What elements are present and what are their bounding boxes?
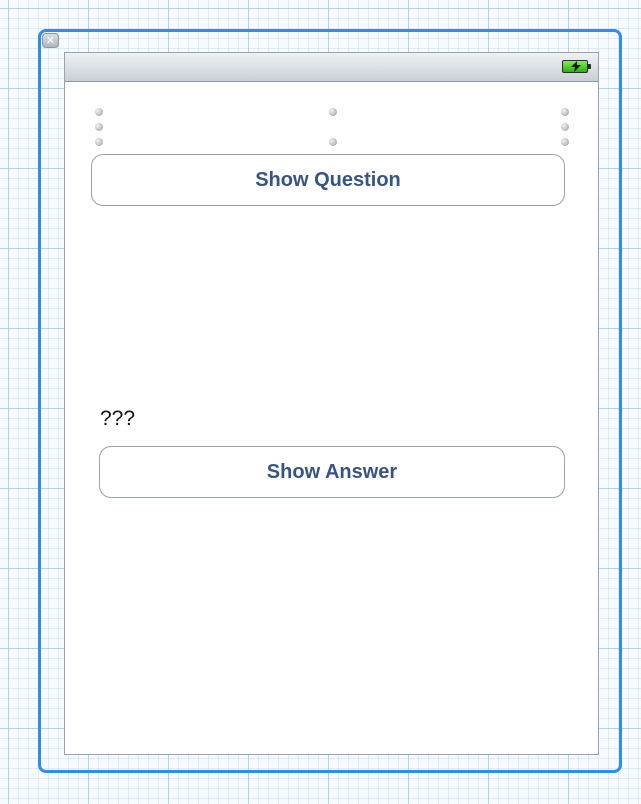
layout-guide-dot	[561, 108, 569, 116]
show-question-button[interactable]: Show Question	[91, 154, 565, 206]
layout-guide-dot	[561, 123, 569, 131]
iphone-view: Show Question ??? Show Answer	[64, 52, 599, 755]
show-answer-button[interactable]: Show Answer	[99, 446, 565, 498]
answer-label: ???	[100, 407, 136, 430]
status-bar	[65, 53, 598, 82]
layout-guide-dot	[329, 138, 337, 146]
battery-charging-icon	[562, 60, 592, 73]
layout-guide-dot	[561, 138, 569, 146]
layout-guide-dot	[95, 138, 103, 146]
layout-guide-dot	[95, 123, 103, 131]
layout-guide-dot	[95, 108, 103, 116]
close-icon[interactable]: ✕	[42, 33, 59, 48]
layout-guide-dot	[329, 108, 337, 116]
